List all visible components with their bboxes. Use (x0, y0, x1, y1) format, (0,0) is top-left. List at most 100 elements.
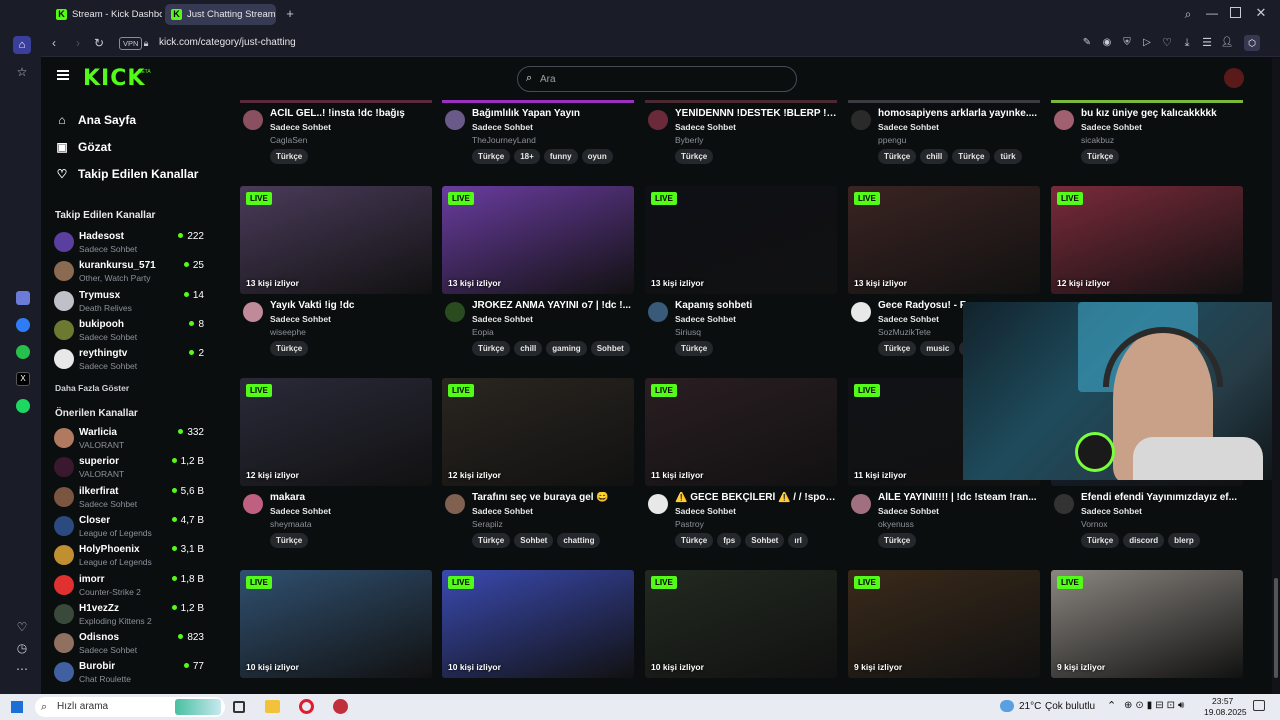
channel-item[interactable]: ilkerfirat Sadece Sohbet 5,6 B (54, 484, 204, 512)
vpn-badge[interactable]: VPN (119, 37, 143, 50)
tag-chip[interactable]: Türkçe (472, 149, 511, 164)
tag-chip[interactable]: Türkçe (472, 341, 511, 356)
opera-taskbar-icon[interactable] (299, 699, 314, 714)
stream-thumbnail[interactable]: LIVE 13 kişi izliyor (442, 186, 634, 294)
tag-chip[interactable]: Türkçe (270, 533, 309, 548)
tag-chip[interactable]: Sohbet (514, 533, 554, 548)
tray-icons[interactable]: ⊕⊙▮⊟⊡🔊︎ (1124, 700, 1187, 711)
stream-thumbnail[interactable]: LIVE 10 kişi izliyor (442, 570, 634, 678)
streamer-name[interactable]: Vornox (1081, 519, 1107, 529)
streamer-name[interactable]: TheJourneyLand (472, 135, 536, 145)
tag-chip[interactable]: chill (920, 149, 949, 164)
channel-item[interactable]: imorr Counter-Strike 2 1,8 B (54, 572, 204, 600)
streamer-avatar[interactable] (243, 494, 263, 514)
tag-chip[interactable]: discord (1123, 533, 1165, 548)
home-sidebar-icon[interactable]: ⌂ (13, 36, 31, 54)
stream-category[interactable]: Sadece Sohbet (675, 506, 736, 516)
tag-chip[interactable]: Türkçe (675, 341, 714, 356)
stream-title[interactable]: YENİDENNN !DESTEK !BLERP !İ... (675, 108, 837, 119)
edit-icon[interactable]: ✎ (1080, 36, 1094, 50)
streamer-avatar[interactable] (851, 494, 871, 514)
channel-item[interactable]: kurankursu_571 Other, Watch Party 25 (54, 258, 204, 286)
channel-item[interactable]: bukipooh Sadece Sohbet 8 (54, 317, 204, 345)
nav-item[interactable]: ⌂ Ana Sayfa (55, 109, 136, 131)
stream-card[interactable]: LIVE 9 kişi izliyor (848, 570, 1040, 694)
user-avatar[interactable] (1224, 68, 1244, 88)
aria-sidebar-icon[interactable] (16, 291, 30, 305)
stream-thumbnail[interactable]: LIVE 10 kişi izliyor (240, 570, 432, 678)
tag-chip[interactable]: ırl (788, 533, 808, 548)
stream-thumbnail[interactable]: LIVE 13 kişi izliyor (240, 186, 432, 294)
stream-thumbnail-edge[interactable] (240, 100, 432, 103)
tag-chip[interactable]: Türkçe (952, 149, 991, 164)
close-window-icon[interactable]: ✕ (1254, 6, 1268, 20)
clock-time[interactable]: 23:57 (1212, 696, 1233, 706)
stream-card[interactable]: LIVE 10 kişi izliyor (442, 570, 634, 694)
channel-item[interactable]: Trymusx Death Relives 14 (54, 288, 204, 316)
tag-chip[interactable]: Türkçe (472, 533, 511, 548)
spotify-sidebar-icon[interactable] (16, 399, 30, 413)
tag-chip[interactable]: Türkçe (675, 149, 714, 164)
hamburger-menu-icon[interactable] (57, 70, 69, 80)
download-icon[interactable]: ⤓ (1180, 36, 1194, 50)
streamer-name[interactable]: CaglaSen (270, 135, 307, 145)
streamer-name[interactable]: sicakbuz (1081, 135, 1114, 145)
tag-chip[interactable]: chill (514, 341, 543, 356)
streamer-avatar[interactable] (851, 110, 871, 130)
search-tabs-icon[interactable]: ⌕ (1181, 7, 1195, 21)
streamer-name[interactable]: ppengu (878, 135, 906, 145)
weather-temp[interactable]: 21°C (1019, 701, 1041, 712)
forward-icon[interactable]: › (71, 36, 85, 50)
streamer-name[interactable]: okyenuss (878, 519, 914, 529)
app-taskbar-icon[interactable] (333, 699, 348, 714)
heart-icon[interactable]: ♡ (1160, 36, 1174, 50)
stream-title[interactable]: ⚠️ GECE BEKÇİLERİ ⚠️ / / !spoti... (675, 492, 837, 503)
heart-sidebar-icon[interactable]: ♡ (15, 620, 29, 634)
channel-item[interactable]: Burobir Chat Roulette 77 (54, 659, 204, 687)
stream-category[interactable]: Sadece Sohbet (270, 506, 331, 516)
stream-thumbnail[interactable]: LIVE 9 kişi izliyor (848, 570, 1040, 678)
stream-title[interactable]: Yayık Vakti !ig !dc (270, 300, 432, 311)
notification-icon[interactable] (1253, 700, 1265, 711)
channel-item[interactable]: Odisnos Sadece Sohbet 823 (54, 630, 204, 658)
stream-card[interactable]: LIVE 11 kişi izliyor ⚠️ GECE BEKÇİLERİ ⚠️ … (645, 378, 837, 548)
tag-chip[interactable]: Türkçe (878, 341, 917, 356)
taskbar-search[interactable]: ⌕ Hızlı arama (35, 697, 225, 717)
streamer-name[interactable]: wiseephe (270, 327, 306, 337)
streamer-name[interactable]: sheymaata (270, 519, 312, 529)
tag-chip[interactable]: fps (717, 533, 742, 548)
streamer-name[interactable]: Pastroy (675, 519, 704, 529)
camera-icon[interactable]: ◉ (1100, 36, 1114, 50)
stream-title[interactable]: bu kız üniye geç kalıcakkkkk (1081, 108, 1243, 119)
stream-title[interactable]: Bağımlılık Yapan Yayın (472, 108, 634, 119)
streamer-name[interactable]: Serapiiz (472, 519, 503, 529)
tag-chip[interactable]: Türkçe (270, 341, 309, 356)
stream-title[interactable]: homosapiyens arklarla yayınke.... (878, 108, 1040, 119)
back-icon[interactable]: ‹ (47, 36, 61, 50)
messenger-sidebar-icon[interactable] (16, 318, 30, 332)
streamer-avatar[interactable] (445, 110, 465, 130)
stream-card[interactable]: LIVE 13 kişi izliyor Kapanış sohbeti Sadece… (645, 186, 837, 356)
tray-chevron-icon[interactable]: ⌃ (1107, 699, 1116, 712)
streamer-name[interactable]: Byberly (675, 135, 703, 145)
tag-chip[interactable]: Türkçe (1081, 149, 1120, 164)
whatsapp-sidebar-icon[interactable] (16, 345, 30, 359)
stream-category[interactable]: Sadece Sohbet (1081, 122, 1142, 132)
stream-category[interactable]: Sadece Sohbet (878, 506, 939, 516)
streamer-name[interactable]: Siriusq (675, 327, 701, 337)
stream-category[interactable]: Sadece Sohbet (1081, 506, 1142, 516)
stream-thumbnail-edge[interactable] (645, 100, 837, 103)
channel-item[interactable]: superior VALORANT 1,2 B (54, 454, 204, 482)
tag-chip[interactable]: Sohbet (745, 533, 785, 548)
stream-thumbnail[interactable]: LIVE 9 kişi izliyor (1051, 570, 1243, 678)
streamer-name[interactable]: Eopia (472, 327, 494, 337)
menu-icon[interactable]: ☰ (1200, 36, 1214, 50)
extensions-icon[interactable]: ⬡ (1244, 35, 1260, 51)
play-icon[interactable]: ▷ (1140, 36, 1154, 50)
shield-icon[interactable]: ⛨ (1120, 36, 1134, 50)
windows-start-icon[interactable] (11, 701, 23, 713)
nav-item[interactable]: ▣ Gözat (55, 136, 111, 158)
url-field[interactable]: kick.com/category/just-chatting (159, 37, 296, 48)
tag-chip[interactable]: Sohbet (590, 341, 630, 356)
stream-card[interactable]: LIVE 13 kişi izliyor Yayık Vakti !ig !dc Sa… (240, 186, 432, 356)
